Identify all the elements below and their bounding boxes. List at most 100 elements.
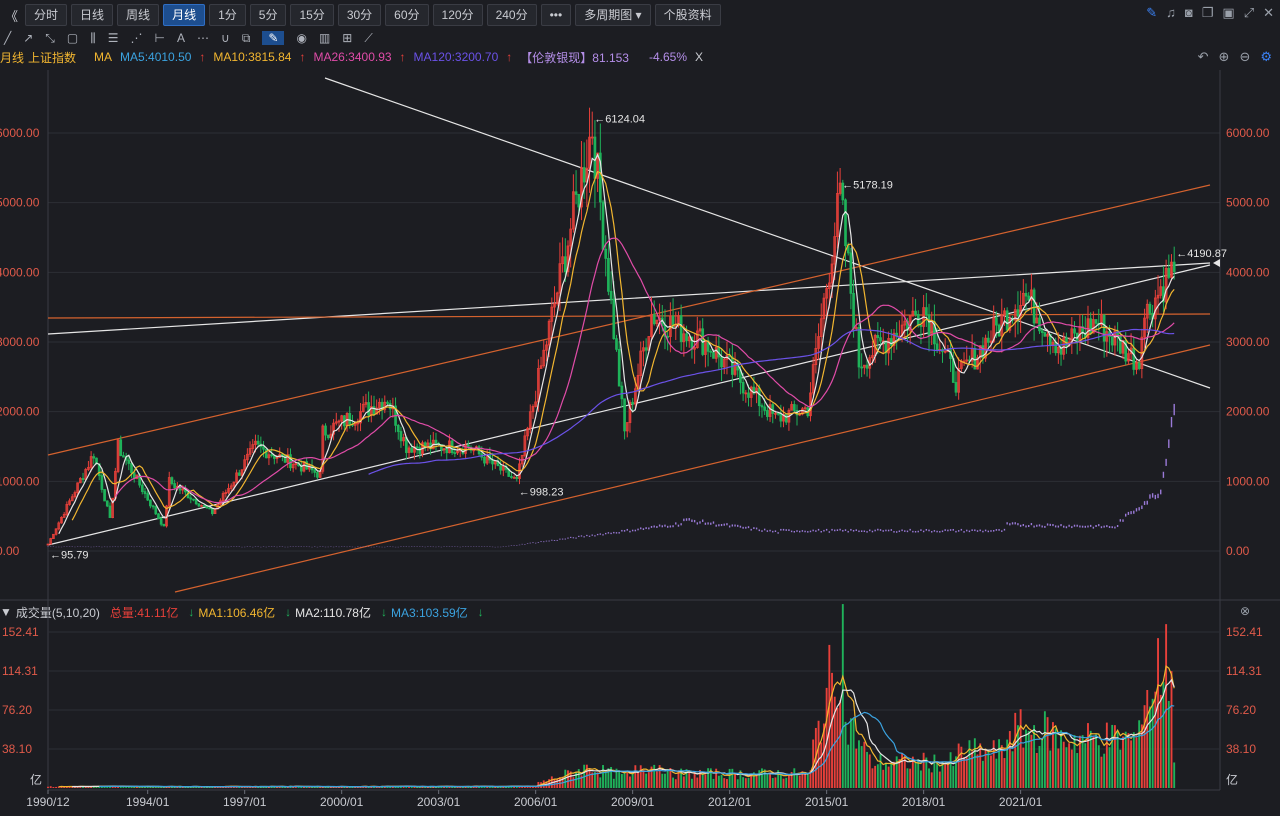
measure-tool-icon[interactable]: ⊢	[155, 31, 165, 45]
kline-chart[interactable]: 0.00 0.00 1000.00 1000.00 2000.00 2000.00 3000…	[0, 0, 1280, 816]
candle-tool-icon[interactable]: ⫼	[90, 31, 96, 46]
candle-body	[528, 411, 532, 429]
period-button[interactable]: 周线	[117, 4, 160, 26]
volume-bar	[650, 766, 653, 788]
copy-icon[interactable]: ❐	[1202, 5, 1214, 21]
camera-icon[interactable]: ◙	[1185, 5, 1193, 21]
bell-icon[interactable]: ♫	[1166, 5, 1176, 21]
candle-body	[973, 347, 977, 370]
candle-body	[54, 528, 58, 535]
volume-bar	[704, 774, 707, 788]
line-tool-icon[interactable]: ╱	[4, 31, 11, 45]
close-icon[interactable]: ✕	[1263, 5, 1274, 21]
period-button[interactable]: 15分	[290, 4, 334, 26]
candle-body	[615, 338, 618, 350]
volume-bar	[793, 768, 796, 788]
candle-body	[73, 492, 77, 498]
volume-bar	[523, 786, 526, 788]
date-tick: 2006/01	[514, 795, 558, 809]
eye-icon[interactable]: ◉	[296, 31, 306, 45]
volume-bar	[189, 786, 192, 788]
candle-body	[1051, 341, 1055, 346]
fan-tool-icon[interactable]: ⋰	[131, 31, 143, 45]
period-button[interactable]: 30分	[337, 4, 382, 26]
candle-body	[135, 474, 139, 479]
volume-bar	[585, 764, 588, 788]
period-button[interactable]: 月线	[163, 4, 206, 26]
candle-body	[237, 472, 241, 476]
candle-body	[434, 439, 438, 444]
volume-ma2: MA2:110.78亿	[295, 605, 371, 620]
period-button[interactable]: 5分	[249, 4, 287, 26]
clone-icon[interactable]: ⧉	[242, 31, 251, 46]
settings-icon[interactable]: ⚙	[1260, 49, 1272, 65]
period-button[interactable]: 1分	[209, 4, 246, 26]
volume-bar	[968, 740, 971, 788]
period-button[interactable]: 120分	[432, 4, 483, 26]
magnet-icon[interactable]: ∪	[221, 31, 230, 45]
zoom-out-icon[interactable]: ⊖	[1239, 49, 1250, 65]
volume-tick-left: 152.41	[2, 625, 39, 639]
date-tick: 2021/01	[999, 795, 1043, 809]
monitor-icon[interactable]: ▣	[1222, 5, 1234, 21]
text-tool-icon[interactable]: A	[177, 31, 185, 45]
ma120-line	[368, 328, 1175, 475]
volume-bar	[960, 746, 963, 788]
trash-icon[interactable]: ▥	[319, 31, 330, 45]
segment-tool-icon[interactable]: ⤡	[45, 31, 55, 46]
fullscreen-icon[interactable]: ⤢	[1244, 5, 1254, 21]
volume-bar	[90, 786, 93, 788]
volume-bar	[206, 786, 208, 788]
candle-body	[650, 314, 653, 337]
rect-tool-icon[interactable]: ▢	[67, 31, 78, 45]
volume-bar	[192, 785, 195, 788]
collapse-left-icon[interactable]: 《	[2, 6, 21, 25]
candle-body	[585, 167, 589, 183]
candle-body	[1118, 335, 1122, 354]
candle-body	[924, 307, 928, 316]
candle-body	[677, 315, 680, 326]
volume-bar	[305, 786, 308, 788]
undo-icon[interactable]: ↶	[1198, 49, 1209, 65]
edit-icon[interactable]: ✎	[1146, 5, 1157, 21]
volume-bar	[324, 786, 327, 788]
volume-bar	[906, 768, 909, 788]
pencil-icon[interactable]: ✎	[262, 31, 285, 45]
volume-bar	[898, 759, 901, 788]
more-periods-button[interactable]: •••	[540, 4, 572, 26]
period-button[interactable]: 60分	[385, 4, 429, 26]
volume-bar	[494, 786, 497, 788]
volume-bar	[933, 754, 936, 788]
candle-body	[863, 364, 866, 368]
ray-tool-icon[interactable]: ↗	[23, 31, 33, 45]
fib-tool-icon[interactable]: ☰	[108, 31, 119, 45]
candle-body	[776, 412, 780, 415]
volume-close-icon[interactable]: ⊗	[1240, 604, 1250, 618]
multi-period-dropdown[interactable]: 多周期图 ▾	[575, 4, 651, 26]
volume-bar	[505, 786, 507, 788]
volume-bar	[963, 757, 965, 788]
layers-icon[interactable]: ⊞	[342, 31, 352, 45]
candle-body	[1086, 318, 1090, 338]
volume-bar	[612, 778, 615, 788]
period-button[interactable]: 分时	[25, 4, 68, 26]
candle-body	[984, 337, 987, 359]
candle-body	[558, 263, 562, 294]
volume-bar	[1003, 758, 1006, 788]
candle-body	[138, 474, 141, 486]
candle-body	[596, 152, 599, 179]
candle-body	[227, 488, 230, 493]
more-tools-icon[interactable]: ⋯	[197, 31, 209, 45]
legend-close-button[interactable]: X	[695, 50, 703, 64]
collapse-icon[interactable]: ▼	[0, 605, 12, 619]
zoom-in-icon[interactable]: ⊕	[1219, 49, 1230, 65]
stock-profile-button[interactable]: 个股资料	[654, 4, 721, 26]
volume-bar	[286, 786, 289, 788]
candle-body	[1013, 309, 1017, 321]
period-button[interactable]: 日线	[71, 4, 114, 26]
volume-bar	[866, 751, 868, 788]
volume-bar	[626, 772, 629, 788]
ruler-icon[interactable]: ⟋	[364, 31, 372, 46]
volume-bar	[957, 743, 960, 788]
period-button[interactable]: 240分	[486, 4, 537, 26]
